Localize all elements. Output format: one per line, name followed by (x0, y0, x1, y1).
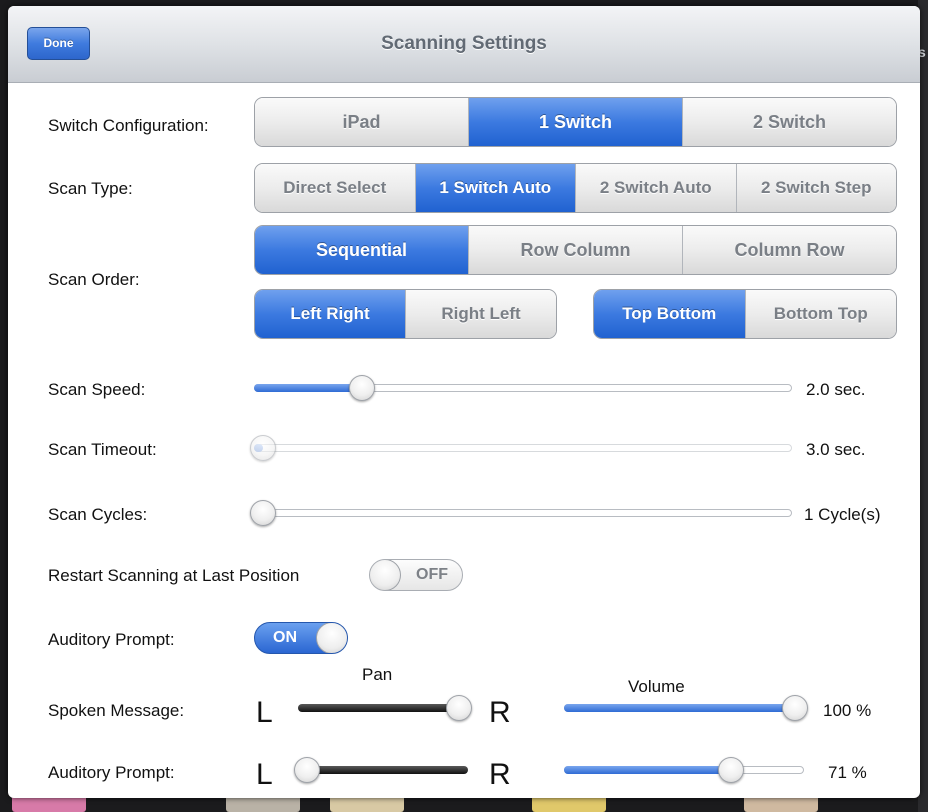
auditory-prompt-pan-thumb[interactable] (294, 757, 320, 783)
scan-timeout-slider[interactable] (254, 444, 792, 452)
auditory-prompt-volume-thumb[interactable] (717, 757, 744, 783)
toggle-state-text: ON (273, 629, 297, 646)
pan-right-letter: R (489, 758, 511, 791)
switch-configuration-label: Switch Configuration: (48, 116, 209, 135)
restart-scanning-label: Restart Scanning at Last Position (48, 566, 300, 585)
switch-configuration-segment[interactable]: 2 Switch (682, 98, 896, 146)
switch-configuration-segmented-control: iPad 1 Switch 2 Switch (254, 97, 897, 147)
scan-order-vertical-segment[interactable]: Top Bottom (594, 290, 745, 338)
auditory-prompt-row-label: Auditory Prompt: (48, 763, 175, 782)
slider-fill (254, 384, 362, 392)
scan-order-vertical-segmented-control: Top Bottom Bottom Top (593, 289, 897, 339)
scan-speed-label: Scan Speed: (48, 380, 146, 399)
slider-fill (564, 766, 731, 774)
pan-header: Pan (362, 665, 393, 684)
scan-order-horizontal-segmented-control: Left Right Right Left (254, 289, 557, 339)
volume-header: Volume (628, 677, 685, 696)
scan-speed-value: 2.0 sec. (806, 380, 866, 399)
navigation-bar: Done Scanning Settings (8, 6, 920, 83)
toggle-thumb (316, 623, 347, 653)
scan-order-horizontal-segment[interactable]: Left Right (255, 290, 405, 338)
switch-configuration-segment[interactable]: 1 Switch (468, 98, 682, 146)
spoken-message-volume-value: 100 % (823, 701, 872, 720)
scan-type-label: Scan Type: (48, 179, 133, 198)
toggle-state-text: OFF (416, 566, 448, 583)
scan-cycles-slider-thumb[interactable] (250, 500, 276, 526)
auditory-prompt-pan-slider[interactable] (298, 766, 468, 774)
scan-cycles-value: 1 Cycle(s) (804, 505, 881, 524)
scan-timeout-value: 3.0 sec. (806, 440, 866, 459)
spoken-message-volume-slider[interactable] (564, 704, 804, 712)
scan-speed-slider-thumb[interactable] (348, 375, 375, 401)
scan-type-segment[interactable]: 2 Switch Auto (575, 164, 736, 212)
scan-type-segment[interactable]: Direct Select (255, 164, 415, 212)
scan-speed-slider[interactable] (254, 384, 792, 392)
spoken-message-volume-thumb[interactable] (782, 695, 808, 721)
pan-right-letter: R (489, 696, 511, 729)
scan-type-segment[interactable]: 2 Switch Step (735, 164, 896, 212)
scan-order-vertical-segment[interactable]: Bottom Top (744, 290, 896, 338)
scan-timeout-slider-thumb[interactable] (250, 435, 276, 461)
scan-order-mode-segment[interactable]: Column Row (682, 226, 896, 274)
pan-left-letter: L (256, 758, 273, 791)
spoken-message-label: Spoken Message: (48, 701, 185, 720)
scan-order-label: Scan Order: (48, 270, 140, 289)
scan-order-mode-segmented-control: Sequential Row Column Column Row (254, 225, 897, 275)
page-title: Scanning Settings (381, 33, 547, 54)
scan-type-segmented-control: Direct Select 1 Switch Auto 2 Switch Auto 2… (254, 163, 897, 213)
auditory-prompt-toggle[interactable]: ON (254, 622, 348, 654)
toggle-thumb (370, 560, 401, 590)
auditory-prompt-label: Auditory Prompt: (48, 630, 175, 649)
spoken-message-pan-slider[interactable] (298, 704, 468, 712)
scan-order-horizontal-segment[interactable]: Right Left (405, 290, 556, 338)
scan-cycles-label: Scan Cycles: (48, 505, 148, 524)
auditory-prompt-volume-value: 71 % (828, 763, 867, 782)
scanning-settings-popover: Done Scanning Settings Switch Configurat… (8, 6, 920, 798)
scan-order-mode-segment[interactable]: Row Column (468, 226, 682, 274)
scan-timeout-label: Scan Timeout: (48, 440, 157, 459)
scan-order-mode-segment[interactable]: Sequential (255, 226, 468, 274)
scan-cycles-slider[interactable] (254, 509, 792, 517)
restart-scanning-toggle[interactable]: OFF (369, 559, 463, 591)
spoken-message-pan-thumb[interactable] (446, 695, 472, 721)
pan-left-letter: L (256, 696, 273, 729)
slider-fill (564, 704, 795, 712)
auditory-prompt-volume-slider[interactable] (564, 766, 804, 774)
switch-configuration-segment[interactable]: iPad (255, 98, 468, 146)
scan-type-segment[interactable]: 1 Switch Auto (414, 164, 575, 212)
